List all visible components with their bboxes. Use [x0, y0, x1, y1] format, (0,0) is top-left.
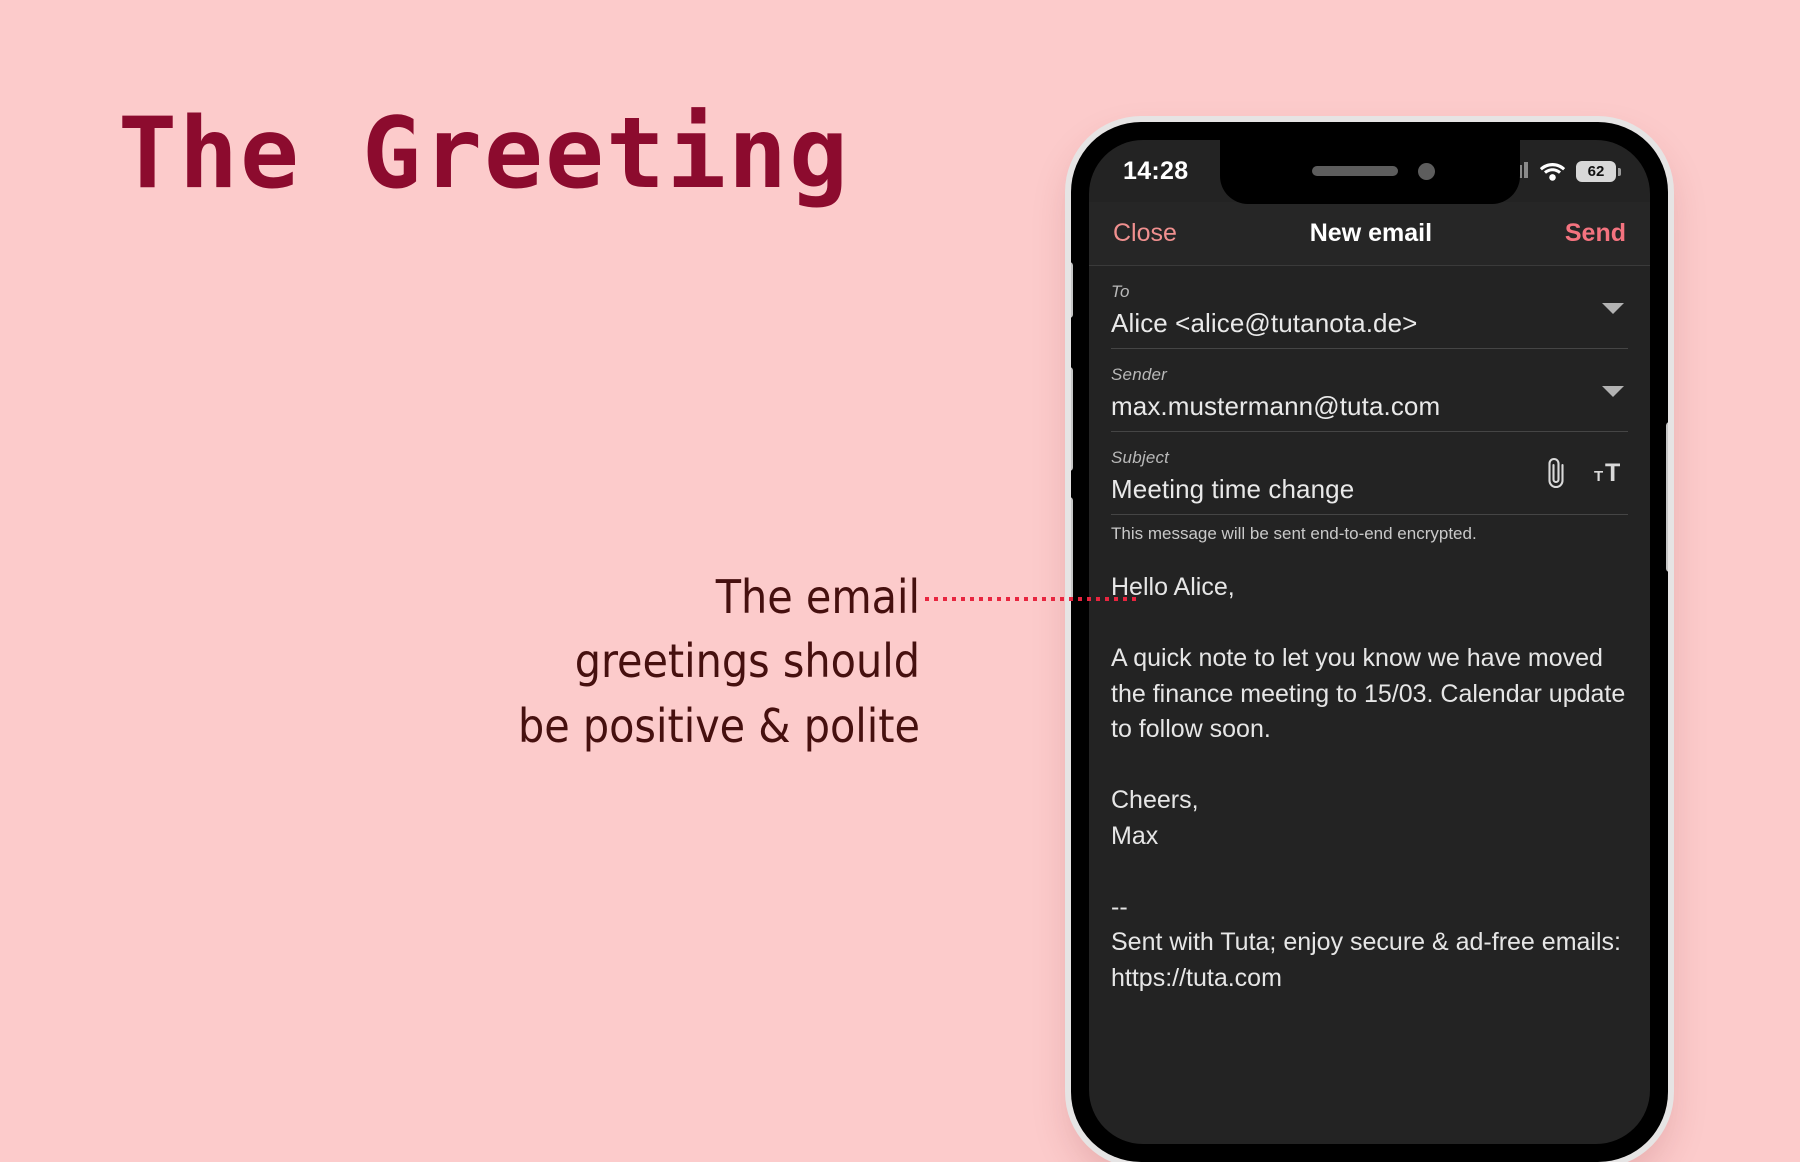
annotation-text: The email greetings should be positive &…: [517, 570, 920, 753]
status-system-icons: 62: [1506, 160, 1621, 182]
earpiece-speaker-icon: [1311, 166, 1398, 176]
recipient-value[interactable]: Alice <alice@tutanota.de>: [1111, 308, 1628, 339]
chevron-down-icon[interactable]: [1602, 386, 1624, 397]
paperclip-icon[interactable]: [1546, 456, 1568, 490]
navbar-title: New email: [1309, 219, 1433, 247]
battery-level-label: 62: [1587, 162, 1605, 180]
front-camera-icon: [1417, 163, 1435, 180]
send-button[interactable]: Send: [1565, 219, 1626, 248]
recipient-field[interactable]: To Alice <alice@tutanota.de>: [1111, 266, 1628, 349]
svg-text:T: T: [1605, 459, 1620, 487]
status-clock: 14:28: [1123, 156, 1189, 185]
phone-mockup: 14:28 62 Close New email Send To Alice <…: [1071, 122, 1668, 1162]
recipient-label: To: [1111, 282, 1130, 301]
phone-notch: [1219, 140, 1520, 204]
slide-canvas: The Greeting The email greetings should …: [0, 0, 1800, 1162]
annotation-connector-line: [925, 597, 1140, 601]
phone-volume-down-button[interactable]: [1071, 497, 1073, 601]
compose-form: To Alice <alice@tutanota.de> Sender max.…: [1089, 266, 1650, 1144]
close-button[interactable]: Close: [1113, 219, 1177, 248]
subject-field[interactable]: Subject Meeting time change T T: [1111, 432, 1628, 515]
chevron-down-icon[interactable]: [1602, 303, 1624, 314]
compose-navbar: Close New email Send: [1089, 202, 1650, 266]
sender-value[interactable]: max.mustermann@tuta.com: [1111, 391, 1628, 422]
phone-power-button[interactable]: [1666, 422, 1668, 572]
phone-volume-up-button[interactable]: [1071, 367, 1073, 471]
font-size-icon[interactable]: T T: [1594, 459, 1628, 487]
page-title: The Greeting: [118, 97, 851, 211]
subject-toolbar: T T: [1546, 456, 1628, 490]
phone-screen: 14:28 62 Close New email Send To Alice <…: [1089, 140, 1650, 1144]
sender-label: Sender: [1111, 365, 1168, 384]
wifi-icon: [1540, 162, 1565, 181]
phone-silent-switch[interactable]: [1071, 262, 1073, 318]
svg-text:T: T: [1594, 468, 1603, 485]
email-body[interactable]: Hello Alice, A quick note to let you kno…: [1111, 570, 1628, 996]
sender-field[interactable]: Sender max.mustermann@tuta.com: [1111, 349, 1628, 432]
encryption-notice: This message will be sent end-to-end enc…: [1111, 524, 1477, 543]
battery-icon: 62: [1576, 160, 1621, 182]
